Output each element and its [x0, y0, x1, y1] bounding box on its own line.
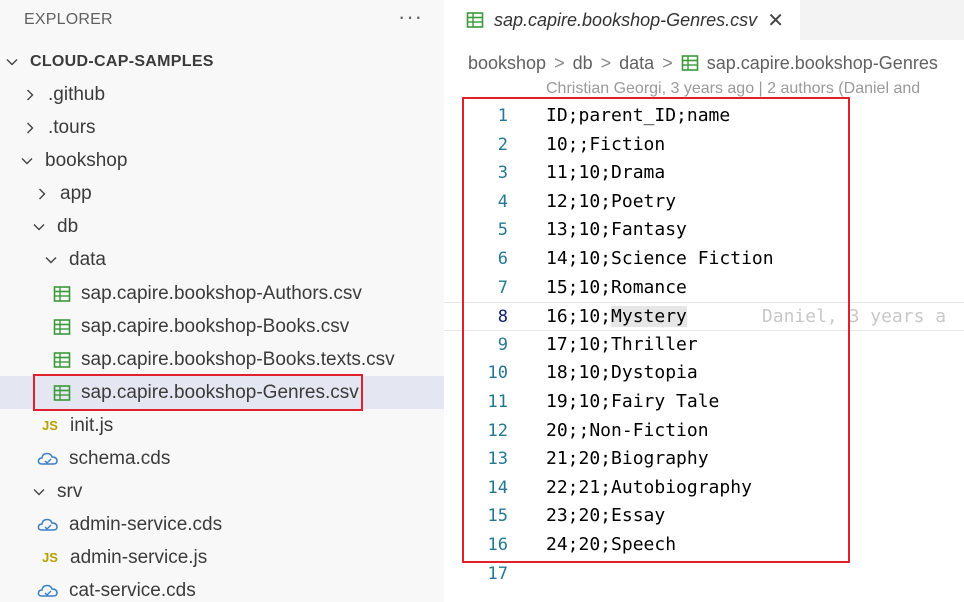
tree-item-label: admin-service.js — [70, 546, 208, 568]
tree-item-label: .github — [48, 83, 106, 105]
line-number: 17 — [487, 563, 508, 584]
csv-file-icon — [53, 318, 71, 336]
tree-item-label: data — [69, 248, 106, 270]
tree-item-label: srv — [57, 480, 83, 502]
chevron-right-icon: > — [600, 52, 612, 73]
tree-item-admin-service-cds[interactable]: admin-service.cds — [0, 508, 444, 541]
tree-item-label: bookshop — [45, 149, 128, 171]
chevron-down-icon — [21, 155, 33, 167]
csv-file-icon — [466, 11, 484, 29]
chevron-down-icon — [33, 486, 45, 498]
selection-highlight-box — [33, 374, 363, 411]
tree-root-label: CLOUD-CAP-SAMPLES — [30, 52, 214, 70]
breadcrumb-item[interactable]: db — [573, 53, 593, 74]
code-highlight-box — [462, 97, 850, 563]
tree-item-github[interactable]: .github — [0, 78, 444, 111]
tree-item-db[interactable]: db — [0, 210, 444, 243]
tab-bar: sap.capire.bookshop-Genres.csv ✕ — [444, 0, 964, 40]
explorer-sidebar: EXPLORER ··· CLOUD-CAP-SAMPLES .github .… — [0, 0, 444, 602]
tree-item-label: sap.capire.bookshop-Books.texts.csv — [81, 348, 395, 370]
blame-annotation: Christian Georgi, 3 years ago | 2 author… — [546, 80, 921, 97]
tree-item-bookshop[interactable]: bookshop — [0, 144, 444, 177]
tree-item-label: admin-service.cds — [69, 513, 223, 535]
tree-item-schema-cds[interactable]: schema.cds — [0, 442, 444, 475]
tree-item-books-texts-csv[interactable]: sap.capire.bookshop-Books.texts.csv — [0, 343, 444, 376]
tree-item-label: app — [60, 182, 92, 204]
tree-item-data[interactable]: data — [0, 243, 444, 276]
tree-item-tours[interactable]: .tours — [0, 111, 444, 144]
explorer-header: EXPLORER ··· — [0, 0, 444, 40]
breadcrumb: bookshop > db > data > sap.capire.booksh… — [468, 50, 938, 76]
tree-item-label: db — [57, 215, 79, 237]
tab-genres-csv[interactable]: sap.capire.bookshop-Genres.csv ✕ — [444, 0, 800, 40]
tree-item-label: init.js — [70, 414, 114, 436]
tree-item-books-csv[interactable]: sap.capire.bookshop-Books.csv — [0, 310, 444, 343]
cds-file-icon — [37, 450, 59, 468]
tree-item-admin-service-js[interactable]: JS admin-service.js — [0, 541, 444, 574]
chevron-right-icon — [36, 188, 48, 200]
ellipsis-icon[interactable]: ··· — [398, 4, 423, 30]
cds-file-icon — [37, 582, 59, 600]
chevron-down-icon — [33, 221, 45, 233]
chevron-right-icon — [24, 89, 36, 101]
code-line: 17 — [444, 560, 964, 589]
tree-item-label: .tours — [48, 116, 96, 138]
chevron-right-icon: > — [662, 52, 673, 73]
chevron-down-icon — [6, 56, 18, 68]
breadcrumb-item[interactable]: bookshop — [468, 53, 546, 74]
tree-root-cloud-cap-samples[interactable]: CLOUD-CAP-SAMPLES — [0, 45, 444, 78]
js-file-icon: JS — [42, 550, 58, 565]
tree-item-label: sap.capire.bookshop-Authors.csv — [81, 282, 362, 304]
js-file-icon: JS — [42, 418, 58, 433]
close-icon[interactable]: ✕ — [767, 8, 784, 33]
breadcrumb-item[interactable]: sap.capire.bookshop-Genres — [707, 53, 938, 74]
tree-item-app[interactable]: app — [0, 177, 444, 210]
tree-item-label: schema.cds — [69, 447, 171, 469]
chevron-right-icon — [24, 122, 36, 134]
chevron-down-icon — [45, 254, 57, 266]
breadcrumb-item[interactable]: data — [619, 53, 654, 74]
tree-item-srv[interactable]: srv — [0, 475, 444, 508]
tree-item-cat-service-cds[interactable]: cat-service.cds — [0, 574, 444, 602]
chevron-right-icon: > — [554, 52, 565, 73]
csv-file-icon — [53, 285, 71, 303]
cds-file-icon — [37, 516, 59, 534]
editor-pane: sap.capire.bookshop-Genres.csv ✕ booksho… — [444, 0, 964, 602]
csv-file-icon — [681, 54, 699, 72]
tab-label: sap.capire.bookshop-Genres.csv — [494, 9, 758, 30]
tree-item-init-js[interactable]: JS init.js — [0, 409, 444, 442]
explorer-title: EXPLORER — [24, 11, 113, 28]
csv-file-icon — [53, 351, 71, 369]
tree-item-label: cat-service.cds — [69, 579, 196, 601]
tree-item-authors-csv[interactable]: sap.capire.bookshop-Authors.csv — [0, 277, 444, 310]
tree-item-label: sap.capire.bookshop-Books.csv — [81, 315, 350, 337]
